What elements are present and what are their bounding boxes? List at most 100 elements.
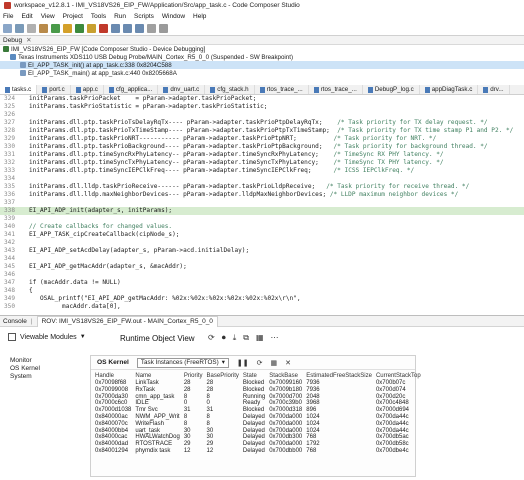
grid-icon[interactable]: ▦	[256, 333, 264, 343]
refresh-icon[interactable]: ⟳	[208, 333, 215, 343]
debug-target-node[interactable]: Texas Instruments XDS110 USB Debug Probe…	[0, 53, 524, 61]
editor-tab[interactable]: rtos_trace_...	[309, 85, 363, 94]
code-line[interactable]: 331 initParams.dll.ptp.timeSyncRxPhyLate…	[0, 151, 524, 159]
code-line[interactable]: 328 initParams.dll.ptp.taskPrioTxTimeSta…	[0, 127, 524, 135]
pause-icon[interactable]: ❚❚	[237, 359, 249, 367]
step-into-icon[interactable]	[111, 23, 120, 33]
code-line[interactable]: 340 // Create callbacks for changed valu…	[0, 223, 524, 231]
code-line[interactable]: 338 EI_API_ADP_init(adapter_s, initParam…	[0, 207, 524, 215]
editor-tab[interactable]: app.c	[71, 85, 104, 94]
code-line[interactable]: 342	[0, 239, 524, 247]
table-row[interactable]: 0x7000d1038 Tmr Svc 31 31 Blocked 0x7000d318 8…	[95, 407, 425, 414]
code-line[interactable]: 344	[0, 255, 524, 263]
suspend-icon[interactable]	[87, 23, 96, 33]
column-header[interactable]: EstimatedFreeStackSize	[306, 372, 376, 380]
module-item-system[interactable]: System	[10, 373, 40, 381]
code-line[interactable]: 337	[0, 199, 524, 207]
code-line[interactable]: 332 initParams.dll.ptp.timeSyncTxPhyLate…	[0, 159, 524, 167]
column-header[interactable]: Name	[135, 372, 183, 380]
table-row[interactable]: 0x840000ac NWM_APP_Writ 8 8 Delayed 0x700da00…	[95, 414, 425, 421]
debug-icon[interactable]	[51, 23, 60, 33]
column-header[interactable]: State	[243, 372, 269, 380]
code-line[interactable]: 334	[0, 175, 524, 183]
flash-icon[interactable]	[63, 23, 72, 33]
module-item-os-kernel[interactable]: OS Kernel	[10, 365, 40, 373]
editor-tab[interactable]: rtos_trace_...	[255, 85, 309, 94]
debug-tab[interactable]: Debug ✕	[0, 36, 524, 45]
menu-file[interactable]: File	[3, 13, 13, 20]
table-row[interactable]: 0x84000dad RTOSTRACE 29 29 Delayed 0x700da000…	[95, 441, 425, 448]
editor-tab[interactable]: appDiagTask.c	[420, 85, 479, 94]
search-icon[interactable]	[159, 23, 168, 33]
save-icon[interactable]	[15, 23, 24, 33]
table-row[interactable]: 0x70099008 RxTask 28 28 Blocked 0x7009b180 793…	[95, 387, 425, 394]
new-icon[interactable]	[3, 23, 12, 33]
copy-icon[interactable]	[27, 23, 36, 33]
code-line[interactable]: 324 initParams.taskPrioPacket = pParam->…	[0, 95, 524, 103]
table-row[interactable]: 0x7000c6c0 IDLE 0 0 Ready 0x700c39b0 3968 0x700…	[95, 400, 425, 407]
resume-icon[interactable]	[75, 23, 84, 33]
code-line[interactable]: 329 initParams.dll.ptp.taskPrioNRT------…	[0, 135, 524, 143]
stack-frame-2[interactable]: EI_APP_TASK_main() at app_task.c:440 0x8…	[0, 69, 524, 77]
menu-run[interactable]: Run	[114, 13, 126, 20]
menu-view[interactable]: View	[41, 13, 55, 20]
code-line[interactable]: 326	[0, 111, 524, 119]
code-line[interactable]: 349 OSAL_printf("EI_API_ADP_getMacAddr: …	[0, 295, 524, 303]
menu-window[interactable]: Window	[162, 13, 185, 20]
menu-help[interactable]: Help	[193, 13, 206, 20]
table-row[interactable]: 0x70098f68 LinkTask 28 28 Blocked 0x70099160 7…	[95, 380, 425, 387]
grid-icon[interactable]: ▦	[270, 359, 277, 367]
code-line[interactable]: 350 macAddr.data[0],	[0, 303, 524, 311]
column-header[interactable]: BasePriority	[207, 372, 243, 380]
code-line[interactable]: 333 initParams.dll.ptp.timeSyncIEPClkFre…	[0, 167, 524, 175]
table-row[interactable]: 0x7000da30 cmn_app_task 8 8 Running 0x7000d70…	[95, 394, 425, 401]
refresh-icon[interactable]: ⟳	[257, 359, 263, 367]
code-line[interactable]: 346	[0, 271, 524, 279]
column-header[interactable]: CurrentStackTop	[376, 372, 425, 380]
step-return-icon[interactable]	[135, 23, 144, 33]
editor-tab[interactable]: cfg_stack.h	[205, 85, 255, 94]
column-header[interactable]: StackBase	[269, 372, 306, 380]
code-line[interactable]: 327 initParams.dll.ptp.taskPrioTsDelayRq…	[0, 119, 524, 127]
view-select[interactable]: Task Instances (FreeRTOS) ▾	[136, 357, 229, 368]
menu-project[interactable]: Project	[63, 13, 83, 20]
editor-tab[interactable]: cfg_applica...	[104, 85, 159, 94]
build-icon[interactable]	[39, 23, 48, 33]
code-line[interactable]: 347 if (macAddr.data != NULL)	[0, 279, 524, 287]
reset-icon[interactable]	[147, 23, 156, 33]
copy-icon[interactable]: ⧉	[243, 333, 249, 343]
download-icon[interactable]: ⤓	[233, 333, 237, 343]
viewable-modules-toggle[interactable]: Viewable Modules ▼	[8, 333, 86, 341]
table-row[interactable]: 0x8400070c WriteFlash 8 8 Delayed 0x700da000 1…	[95, 421, 425, 428]
code-line[interactable]: 325 initParams.taskPrioStatistic = pPara…	[0, 103, 524, 111]
close-icon[interactable]: ✕	[285, 359, 291, 367]
record-icon[interactable]: ⏺	[222, 333, 226, 343]
debug-session-node[interactable]: IMI_VS18VS26_EIP_FW [Code Composer Studi…	[0, 45, 524, 53]
code-line[interactable]: 343 EI_API_ADP_setAcdDelay(adapter_s, pP…	[0, 247, 524, 255]
column-header[interactable]: Priority	[184, 372, 207, 380]
table-row[interactable]: 0x84000cac HWALWatchDog 30 30 Delayed 0x700db…	[95, 434, 425, 441]
tab-rov[interactable]: ROV: IMI_VS18VS26_EIP_FW.out - MAIN_Cort…	[36, 315, 218, 327]
editor-tab[interactable]: port.c	[37, 85, 71, 94]
terminate-icon[interactable]	[99, 23, 108, 33]
editor-tab[interactable]: DebugP_log.c	[363, 85, 420, 94]
code-editor[interactable]: 324 initParams.taskPrioPacket = pParam->…	[0, 95, 524, 311]
code-line[interactable]: 330 initParams.dll.ptp.taskPrioBackgroun…	[0, 143, 524, 151]
more-icon[interactable]: ⋯	[271, 333, 279, 343]
module-item-monitor[interactable]: Monitor	[10, 357, 40, 365]
menu-tools[interactable]: Tools	[91, 13, 106, 20]
step-over-icon[interactable]	[123, 23, 132, 33]
stack-frame-1[interactable]: EI_APP_TASK_init() at app_task.c:338 0x8…	[0, 61, 524, 69]
code-line[interactable]: 336 initParams.dll.lldp.maxNeighborDevic…	[0, 191, 524, 199]
table-row[interactable]: 0x84000bb4 uart_task 30 30 Delayed 0x700da000…	[95, 428, 425, 435]
code-line[interactable]: 339	[0, 215, 524, 223]
column-header[interactable]: Handle	[95, 372, 135, 380]
close-icon[interactable]: ✕	[26, 36, 31, 44]
code-line[interactable]: 348 {	[0, 287, 524, 295]
menu-scripts[interactable]: Scripts	[134, 13, 154, 20]
editor-tab[interactable]: tasks.c	[0, 85, 38, 94]
table-row[interactable]: 0x84001294 phymdix task 12 12 Delayed 0x700db…	[95, 448, 425, 455]
editor-tab[interactable]: drv...	[478, 85, 510, 94]
code-line[interactable]: 345 EI_API_ADP_getMacAddr(adapter_s, &ma…	[0, 263, 524, 271]
code-line[interactable]: 341 EI_APP_TASK_cipCreateCallback(cipNod…	[0, 231, 524, 239]
